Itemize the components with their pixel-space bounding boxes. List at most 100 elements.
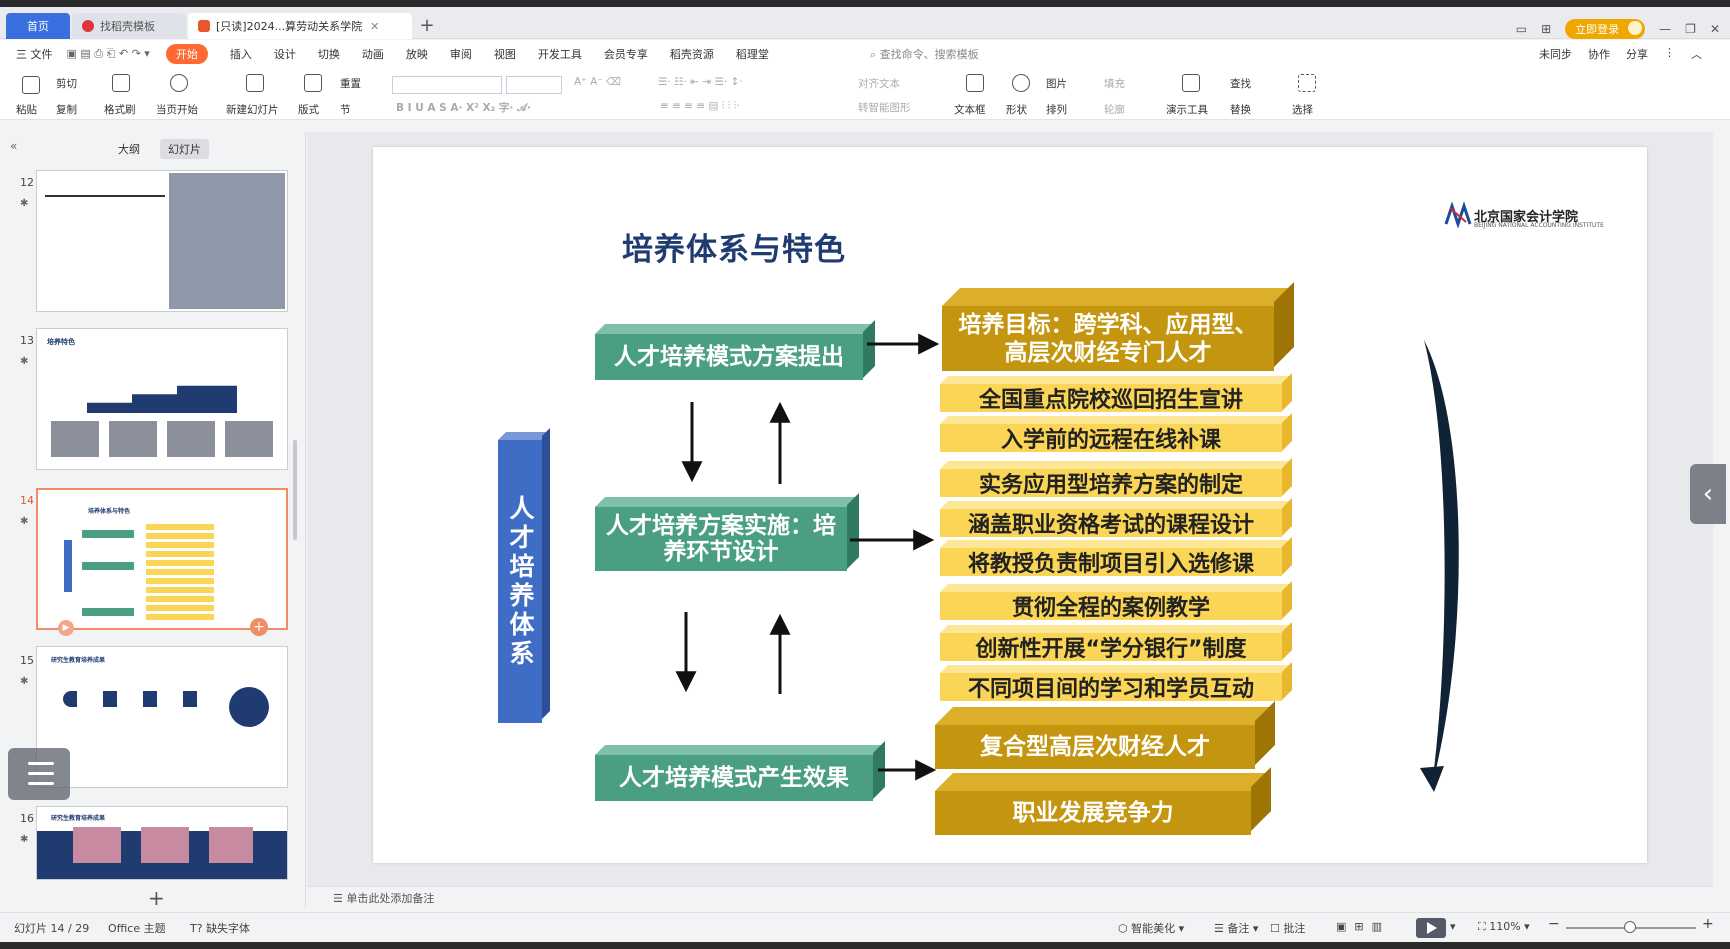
zoom-slider-knob[interactable] <box>1624 921 1636 933</box>
missing-font-button[interactable]: T? 缺失字体 <box>190 920 250 936</box>
smart-beautify-button[interactable]: ⬡ 智能美化 ▾ <box>1118 920 1184 936</box>
zoom-in-button[interactable]: + <box>1702 916 1714 932</box>
sync-button[interactable]: 未同步 <box>1539 46 1572 62</box>
menu-member[interactable]: 会员专享 <box>604 46 648 62</box>
command-search[interactable]: ⌕ 查找命令、搜索模板 <box>870 46 979 62</box>
cut-button[interactable]: 剪切 <box>56 76 77 91</box>
talent-system-box[interactable]: 人才培养体系 <box>498 440 542 723</box>
add-slide-icon[interactable]: + <box>250 618 268 636</box>
align-text-button[interactable]: 对齐文本 <box>858 76 900 91</box>
tab-outline[interactable]: 大纲 <box>110 139 148 159</box>
format-painter-icon[interactable] <box>112 74 130 92</box>
tab-slides[interactable]: 幻灯片 <box>160 139 209 159</box>
minimize-icon[interactable]: — <box>1659 22 1671 36</box>
paste-button[interactable]: 粘贴 <box>16 102 37 117</box>
play-icon[interactable] <box>170 74 188 92</box>
format-painter-button[interactable]: 格式刷 <box>104 102 136 117</box>
view-mode-icons[interactable]: ▣⊞▥ <box>1336 920 1390 933</box>
find-button[interactable]: 查找 <box>1230 76 1251 91</box>
zoom-level[interactable]: ⛶ 110% ▾ <box>1478 920 1530 934</box>
play-slideshow-button[interactable] <box>1416 918 1446 938</box>
new-slide-icon[interactable] <box>246 74 264 92</box>
tab-document[interactable]: [只读]2024...算劳动关系学院 ✕ <box>188 13 412 39</box>
menu-daolitang[interactable]: 稻理堂 <box>736 46 769 62</box>
more-icon[interactable]: ⋮ <box>1664 46 1675 62</box>
slide-title[interactable]: 培养体系与特色 <box>622 224 846 269</box>
play-slide-icon[interactable]: ▶ <box>58 620 74 636</box>
play-options-chevron-icon[interactable]: ▾ <box>1450 920 1456 933</box>
feature-bar-6[interactable]: 贯彻全程的案例教学 <box>940 592 1282 621</box>
picture-button[interactable]: 图片 <box>1046 76 1067 91</box>
section-button[interactable]: 节 <box>340 102 351 117</box>
select-icon[interactable] <box>1298 74 1316 92</box>
restore-icon[interactable]: ❐ <box>1685 22 1696 36</box>
collaborate-button[interactable]: 协作 <box>1588 46 1610 62</box>
zoom-out-button[interactable]: − <box>1548 916 1560 932</box>
smartart-button[interactable]: 转智能图形 <box>858 100 911 115</box>
slide-thumbnail-13[interactable]: 培养特色 <box>36 328 288 470</box>
paste-icon[interactable] <box>22 76 40 94</box>
shape-button[interactable]: 形状 <box>1006 102 1027 117</box>
grid-icon[interactable]: ⊞ <box>1541 22 1551 36</box>
feature-bar-3[interactable]: 实务应用型培养方案的制定 <box>940 469 1282 498</box>
feature-bar-8[interactable]: 不同项目间的学习和学员互动 <box>940 673 1282 702</box>
present-tools-icon[interactable] <box>1182 74 1200 92</box>
result-box-1[interactable]: 复合型高层次财经人才 <box>935 725 1255 769</box>
panel-scrollbar[interactable] <box>293 440 297 540</box>
font-name-select[interactable] <box>392 76 502 94</box>
align-buttons[interactable]: ≡ ≡ ≡ ≡ ▤ ⫶ ⫶ ⫶· <box>660 100 740 113</box>
effect-box[interactable]: 人才培养模式产生效果 <box>595 755 873 801</box>
comment-button[interactable]: ☐ 批注 <box>1270 920 1305 936</box>
feature-bar-2[interactable]: 入学前的远程在线补课 <box>940 424 1282 453</box>
feature-bar-1[interactable]: 全国重点院校巡回招生宣讲 <box>940 384 1282 413</box>
outline-button[interactable]: 轮廓 <box>1104 102 1125 117</box>
notes-button[interactable]: ☰ 备注 ▾ <box>1214 920 1258 936</box>
collapse-panel-icon[interactable]: « <box>10 139 17 153</box>
layout-icon[interactable]: ▭ <box>1516 22 1527 36</box>
select-button[interactable]: 选择 <box>1292 102 1313 117</box>
outline-toggle-button[interactable] <box>8 748 70 800</box>
menu-developer[interactable]: 开发工具 <box>538 46 582 62</box>
tab-home[interactable]: 首页 <box>6 13 70 39</box>
list-buttons[interactable]: ☰· ☷· ⇤ ⇥ ☰· ↕· <box>658 76 743 88</box>
expand-panel-handle[interactable]: ‹ <box>1690 464 1726 524</box>
goal-box[interactable]: 培养目标：跨学科、应用型、高层次财经专门人才 <box>942 306 1274 371</box>
tab-templates[interactable]: 找稻壳模板 <box>72 13 186 39</box>
menu-design[interactable]: 设计 <box>274 46 296 62</box>
menu-review[interactable]: 审阅 <box>450 46 472 62</box>
new-tab-button[interactable]: + <box>418 17 436 36</box>
share-button[interactable]: 分享 <box>1626 46 1648 62</box>
from-current-button[interactable]: 当页开始 <box>156 102 198 117</box>
collapse-ribbon-icon[interactable]: ︿ <box>1691 46 1702 62</box>
slide-thumbnail-15[interactable]: 研究生教育培养成果 <box>36 646 288 788</box>
shape-icon[interactable] <box>1012 74 1030 92</box>
reset-button[interactable]: 重置 <box>340 76 361 91</box>
menu-slideshow[interactable]: 放映 <box>406 46 428 62</box>
feature-bar-7[interactable]: 创新性开展“学分银行”制度 <box>940 633 1282 662</box>
new-slide-button[interactable]: 新建幻灯片 <box>226 102 279 117</box>
layout-button[interactable]: 版式 <box>298 102 319 117</box>
slide-thumbnail-16[interactable]: 研究生教育培养成果 <box>36 806 288 880</box>
menu-docer[interactable]: 稻壳资源 <box>670 46 714 62</box>
fill-button[interactable]: 填充 <box>1104 76 1125 91</box>
feature-bar-5[interactable]: 将教授负责制项目引入选修课 <box>940 548 1282 577</box>
menu-start[interactable]: 开始 <box>165 44 208 64</box>
font-style-buttons[interactable]: B I U A S A· X² X₂ 字· 𝒜· <box>396 100 531 115</box>
textbox-icon[interactable] <box>966 74 984 92</box>
menu-view[interactable]: 视图 <box>494 46 516 62</box>
implementation-box[interactable]: 人才培养方案实施：培养环节设计 <box>595 507 847 571</box>
proposal-box[interactable]: 人才培养模式方案提出 <box>595 334 863 380</box>
copy-button[interactable]: 复制 <box>56 102 77 117</box>
theme-name[interactable]: Office 主题 <box>108 920 166 936</box>
menu-animation[interactable]: 动画 <box>362 46 384 62</box>
slide-thumbnail-12[interactable] <box>36 170 288 312</box>
feature-bar-4[interactable]: 涵盖职业资格考试的课程设计 <box>940 509 1282 538</box>
close-icon[interactable]: ✕ <box>370 20 379 33</box>
slide-thumbnail-14[interactable]: 培养体系与特色 ▶ + <box>36 488 288 636</box>
add-slide-button[interactable]: + <box>148 886 165 910</box>
font-size-buttons[interactable]: A⁺ A⁻ ⌫ <box>574 76 621 88</box>
menu-insert[interactable]: 插入 <box>230 46 252 62</box>
notes-pane[interactable] <box>307 886 1713 908</box>
menu-transition[interactable]: 切换 <box>318 46 340 62</box>
textbox-button[interactable]: 文本框 <box>954 102 986 117</box>
